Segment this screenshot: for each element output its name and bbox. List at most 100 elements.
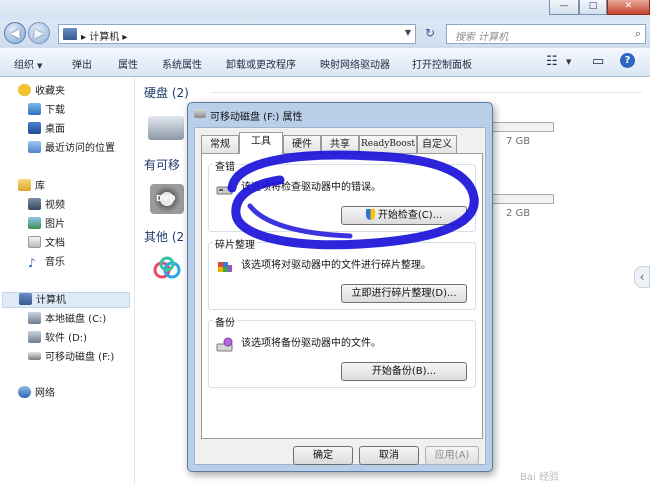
removable-drive-icon <box>194 109 206 118</box>
sidebar-label: 视频 <box>45 200 65 211</box>
sidebar-label: 计算机 <box>36 295 66 306</box>
tab-customize[interactable]: 自定义 <box>417 135 457 153</box>
properties-button[interactable]: 属性 <box>118 56 138 71</box>
library-icon <box>18 179 31 191</box>
section-label: 碎片整理 <box>213 236 257 251</box>
tab-sharing[interactable]: 共享 <box>321 135 359 153</box>
sidebar-item-videos[interactable]: 视频 <box>28 198 65 214</box>
tab-readyboost[interactable]: ReadyBoost <box>359 135 417 153</box>
sidebar-label: 库 <box>35 181 45 192</box>
sidebar-item-music[interactable]: ♪ 音乐 <box>28 255 65 271</box>
scroll-right-button[interactable]: ‹ <box>634 266 650 288</box>
system-properties-button[interactable]: 系统属性 <box>162 56 202 71</box>
start-check-button[interactable]: 开始检查(C)... <box>341 206 467 225</box>
tab-general[interactable]: 常规 <box>201 135 239 153</box>
ok-button[interactable]: 确定 <box>293 446 353 465</box>
eject-button[interactable]: 弹出 <box>72 56 92 71</box>
section-description: 该选项将对驱动器中的文件进行碎片整理。 <box>241 260 431 271</box>
group-header-other[interactable]: 其他 (2 <box>144 228 184 245</box>
drive-usage-bar <box>492 122 554 132</box>
help-icon[interactable]: ? <box>620 53 635 68</box>
caret-down-icon: ▼ <box>37 62 43 70</box>
minimize-button[interactable]: — <box>549 0 579 15</box>
sidebar-label: 文档 <box>45 238 65 249</box>
computer-icon <box>63 28 77 40</box>
cloud-app-icon[interactable] <box>152 256 182 282</box>
view-options-icon[interactable]: ☷ <box>546 54 558 69</box>
network-icon <box>18 386 31 398</box>
sidebar-label: 本地磁盘 (C:) <box>45 314 107 325</box>
backup-section: 备份 该选项将备份驱动器中的文件。 开始备份(B)... <box>208 314 476 388</box>
dialog-body: 常规 工具 硬件 共享 ReadyBoost 自定义 查错 该选项将检查驱动器中… <box>194 127 486 465</box>
back-arrow-icon: ◀ <box>10 26 20 40</box>
sidebar-libraries[interactable]: 库 <box>18 179 45 195</box>
removable-drive-icon <box>28 352 41 360</box>
watermark: Bai 经验 <box>520 472 559 483</box>
recent-places-icon <box>28 141 41 153</box>
sidebar-favorites[interactable]: 收藏夹 <box>18 84 65 100</box>
open-control-panel-button[interactable]: 打开控制面板 <box>412 56 472 71</box>
dvd-label: DVD <box>156 194 176 203</box>
search-icon[interactable]: ⌕ <box>635 27 641 41</box>
group-divider <box>212 92 642 93</box>
map-network-drive-button[interactable]: 映射网络驱动器 <box>320 56 390 71</box>
sidebar-item-documents[interactable]: 文档 <box>28 236 65 252</box>
sidebar-computer[interactable]: 计算机 <box>2 292 130 308</box>
hard-drive-icon <box>28 331 41 343</box>
close-button[interactable]: ✕ <box>607 0 650 15</box>
error-checking-section: 查错 该选项将检查驱动器中的错误。 开始检查(C)... <box>208 158 476 232</box>
drive-size-text: 7 GB <box>506 136 531 147</box>
search-placeholder: 搜索 计算机 <box>455 32 509 43</box>
button-label: 开始检查(C)... <box>377 210 443 221</box>
defragment-now-button[interactable]: 立即进行碎片整理(D)... <box>341 284 467 303</box>
hard-drive-icon <box>28 312 41 324</box>
address-text: ▸ 计算机 ▸ <box>81 32 128 43</box>
hard-drive-icon[interactable] <box>148 116 184 140</box>
forward-button[interactable]: ▶ <box>28 22 50 44</box>
refresh-icon[interactable]: ↻ <box>420 24 440 44</box>
music-note-icon: ♪ <box>28 256 36 270</box>
sidebar-label: 音乐 <box>45 257 65 268</box>
drive-size-text: 2 GB <box>506 208 531 219</box>
desktop-icon <box>28 122 41 134</box>
back-button[interactable]: ◀ <box>4 22 26 44</box>
chevron-left-icon: ‹ <box>639 270 645 284</box>
group-header-removable[interactable]: 有可移 <box>144 156 180 173</box>
properties-dialog: 可移动磁盘 (F:) 属性 常规 工具 硬件 共享 ReadyBoost 自定义… <box>187 102 493 472</box>
maximize-icon: □ <box>588 1 598 11</box>
uninstall-program-button[interactable]: 卸载或更改程序 <box>226 56 296 71</box>
drive-usage-bar <box>492 194 554 204</box>
maximize-button[interactable]: □ <box>579 0 607 15</box>
preview-pane-icon[interactable]: ▭ <box>592 54 604 69</box>
backup-icon <box>215 335 235 355</box>
defragment-icon <box>215 257 235 277</box>
sidebar-label: 下载 <box>45 105 65 116</box>
apply-button[interactable]: 应用(A) <box>425 446 479 465</box>
tab-tools[interactable]: 工具 <box>239 132 283 154</box>
sidebar-item-desktop[interactable]: 桌面 <box>28 122 65 138</box>
start-backup-button[interactable]: 开始备份(B)... <box>341 362 467 381</box>
view-caret-icon[interactable]: ▼ <box>566 56 571 67</box>
command-toolbar: 组织 ▼ 弹出 属性 系统属性 卸载或更改程序 映射网络驱动器 打开控制面板 ☷ … <box>0 48 650 77</box>
sidebar-item-drive-c[interactable]: 本地磁盘 (C:) <box>28 312 106 328</box>
organize-button[interactable]: 组织 ▼ <box>14 56 42 71</box>
search-box[interactable]: 搜索 计算机 ⌕ <box>446 24 646 44</box>
computer-icon <box>19 293 32 305</box>
cancel-button[interactable]: 取消 <box>359 446 419 465</box>
sidebar-item-drive-f[interactable]: 可移动磁盘 (F:) <box>28 350 114 366</box>
sidebar-network[interactable]: 网络 <box>18 386 55 402</box>
sidebar-item-recent-places[interactable]: 最近访问的位置 <box>28 141 115 157</box>
document-icon <box>28 236 41 248</box>
dvd-drive-icon[interactable]: DVD <box>150 184 184 214</box>
chevron-down-icon[interactable]: ▼ <box>405 28 411 37</box>
group-header-hard-disks[interactable]: 硬盘 (2) <box>144 84 189 101</box>
sidebar-item-downloads[interactable]: 下载 <box>28 103 65 119</box>
tab-hardware[interactable]: 硬件 <box>283 135 321 153</box>
organize-label: 组织 <box>14 60 34 71</box>
sidebar-item-pictures[interactable]: 图片 <box>28 217 65 233</box>
address-bar[interactable]: ▸ 计算机 ▸ ▼ <box>58 24 416 44</box>
dialog-title: 可移动磁盘 (F:) 属性 <box>210 112 303 123</box>
sidebar-label: 收藏夹 <box>35 86 65 97</box>
forward-arrow-icon: ▶ <box>34 26 44 40</box>
sidebar-item-drive-d[interactable]: 软件 (D:) <box>28 331 87 347</box>
